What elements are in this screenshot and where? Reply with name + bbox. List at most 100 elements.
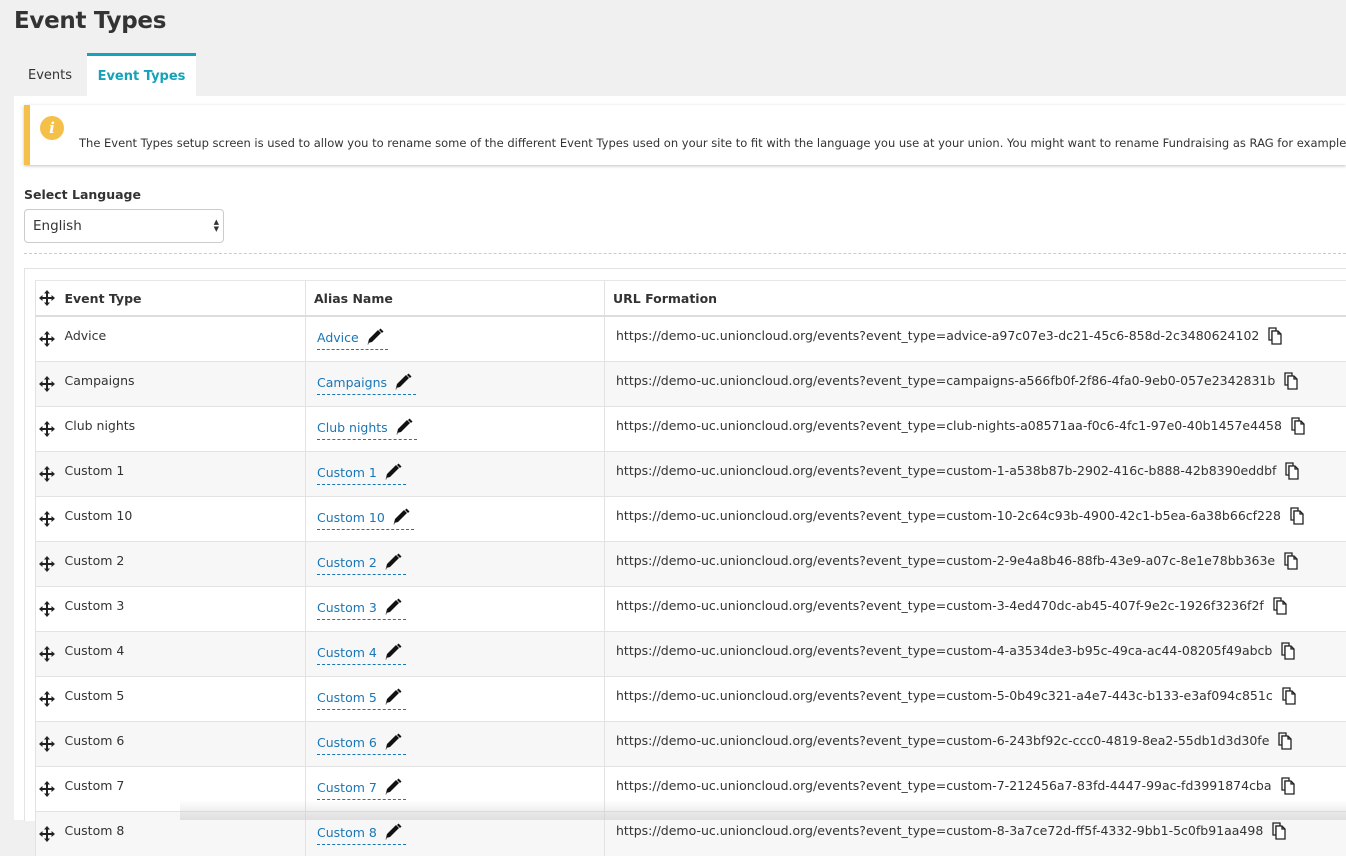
copy-icon[interactable] [1265, 327, 1283, 345]
alias-name-text[interactable]: Custom 4 [317, 645, 377, 660]
alias-name-editable[interactable]: Custom 6 [317, 733, 406, 755]
drag-handle-icon[interactable] [39, 376, 55, 392]
url-cell: https://demo-uc.unioncloud.org/events?ev… [605, 362, 1346, 407]
alias-name-editable[interactable]: Campaigns [317, 373, 416, 395]
copy-icon[interactable] [1282, 462, 1300, 480]
pencil-icon[interactable] [383, 733, 403, 751]
header-event-type[interactable]: Event Type [57, 281, 306, 317]
alias-name-editable[interactable]: Custom 1 [317, 463, 406, 485]
alias-name-text[interactable]: Custom 8 [317, 825, 377, 840]
language-select-value: English [33, 218, 82, 234]
drag-handle-icon[interactable] [39, 421, 55, 437]
url-text: https://demo-uc.unioncloud.org/events?ev… [616, 328, 1259, 343]
pencil-icon[interactable] [394, 418, 414, 436]
alias-name-text[interactable]: Custom 5 [317, 690, 377, 705]
copy-icon[interactable] [1269, 822, 1287, 840]
alias-name-editable[interactable]: Club nights [317, 418, 417, 440]
alias-cell: Custom 3 [306, 587, 605, 632]
url-cell: https://demo-uc.unioncloud.org/events?ev… [605, 316, 1346, 362]
drag-handle-icon[interactable] [39, 691, 55, 707]
copy-icon[interactable] [1278, 777, 1296, 795]
drag-handle-icon[interactable] [39, 781, 55, 797]
event-type-name: Custom 10 [65, 508, 306, 523]
url-text: https://demo-uc.unioncloud.org/events?ev… [616, 643, 1272, 658]
alias-name-text[interactable]: Custom 7 [317, 780, 377, 795]
url-cell: https://demo-uc.unioncloud.org/events?ev… [605, 452, 1346, 497]
drag-handle-icon[interactable] [39, 601, 55, 617]
header-alias-name[interactable]: Alias Name [306, 281, 605, 317]
alias-name-text[interactable]: Custom 10 [317, 510, 385, 525]
tab-events[interactable]: Events [14, 53, 86, 96]
event-type-cell: Club nights [57, 407, 306, 452]
alias-name-text[interactable]: Custom 3 [317, 600, 377, 615]
language-select[interactable]: English ▲▼ [24, 209, 224, 243]
table-row: Custom 10Custom 10https://demo-uc.unionc… [36, 497, 1346, 542]
pencil-icon[interactable] [383, 598, 403, 616]
event-type-cell: Custom 6 [57, 722, 306, 767]
alias-name-text[interactable]: Custom 2 [317, 555, 377, 570]
copy-icon[interactable] [1275, 732, 1293, 750]
event-type-name: Custom 8 [65, 823, 306, 838]
copy-icon[interactable] [1288, 417, 1306, 435]
alias-name-editable[interactable]: Custom 4 [317, 643, 406, 665]
pencil-icon[interactable] [383, 688, 403, 706]
header-drag [36, 281, 57, 317]
pencil-icon[interactable] [391, 508, 411, 526]
alias-name-text[interactable]: Club nights [317, 420, 388, 435]
pencil-icon[interactable] [383, 463, 403, 481]
alias-name-text[interactable]: Custom 1 [317, 465, 377, 480]
url-cell: https://demo-uc.unioncloud.org/events?ev… [605, 407, 1346, 452]
drag-handle-icon[interactable] [39, 331, 55, 347]
url-text: https://demo-uc.unioncloud.org/events?ev… [616, 598, 1264, 613]
tab-event-types[interactable]: Event Types [87, 53, 196, 96]
drag-handle-icon[interactable] [39, 646, 55, 662]
copy-icon[interactable] [1279, 687, 1297, 705]
event-type-name: Custom 7 [65, 778, 306, 793]
event-type-name: Custom 6 [65, 733, 306, 748]
pencil-icon[interactable] [383, 553, 403, 571]
alias-name-editable[interactable]: Advice [317, 328, 388, 350]
table-row: Custom 1Custom 1https://demo-uc.unionclo… [36, 452, 1346, 497]
url-cell: https://demo-uc.unioncloud.org/events?ev… [605, 542, 1346, 587]
event-type-cell: Custom 7 [57, 767, 306, 812]
pencil-icon[interactable] [383, 823, 403, 841]
pencil-icon[interactable] [393, 373, 413, 391]
alias-name-editable[interactable]: Custom 2 [317, 553, 406, 575]
drag-cell [36, 587, 57, 632]
alias-name-text[interactable]: Campaigns [317, 375, 387, 390]
info-icon: i [40, 116, 64, 140]
pencil-icon[interactable] [365, 328, 385, 346]
drag-handle-icon[interactable] [39, 466, 55, 482]
table-row: Club nights Club nights https://demo-uc.un… [36, 407, 1346, 452]
url-cell: https://demo-uc.unioncloud.org/events?ev… [605, 722, 1346, 767]
alias-cell: Custom 2 [306, 542, 605, 587]
copy-icon[interactable] [1281, 552, 1299, 570]
drag-handle-icon[interactable] [39, 736, 55, 752]
alias-cell: Custom 10 [306, 497, 605, 542]
drag-cell [36, 362, 57, 407]
info-alert: i The Event Types setup screen is used t… [24, 105, 1346, 165]
table-row: Custom 8Custom 8https://demo-uc.unionclo… [36, 812, 1346, 856]
table-row: Custom 6 Custom 6 https://demo-uc.unionclo… [36, 722, 1346, 767]
alias-name-editable[interactable]: Custom 3 [317, 598, 406, 620]
url-cell: https://demo-uc.unioncloud.org/events?ev… [605, 587, 1346, 632]
alias-name-editable[interactable]: Custom 8 [317, 823, 406, 845]
alias-name-editable[interactable]: Custom 7 [317, 778, 406, 800]
alias-name-text[interactable]: Custom 6 [317, 735, 377, 750]
header-url-formation[interactable]: URL Formation [605, 281, 1346, 317]
drag-handle-icon[interactable] [39, 556, 55, 572]
drag-handle-icon[interactable] [39, 826, 55, 842]
copy-icon[interactable] [1278, 642, 1296, 660]
alias-name-text[interactable]: Advice [317, 330, 359, 345]
alias-name-editable[interactable]: Custom 10 [317, 508, 414, 530]
copy-icon[interactable] [1281, 372, 1299, 390]
table-row: Custom 5Custom 5https://demo-uc.unionclo… [36, 677, 1346, 722]
drag-handle-icon[interactable] [39, 511, 55, 527]
alias-name-editable[interactable]: Custom 5 [317, 688, 406, 710]
table-row: AdviceAdvicehttps://demo-uc.unioncloud.o… [36, 316, 1346, 362]
url-text: https://demo-uc.unioncloud.org/events?ev… [616, 778, 1272, 793]
pencil-icon[interactable] [383, 643, 403, 661]
copy-icon[interactable] [1287, 507, 1305, 525]
pencil-icon[interactable] [383, 778, 403, 796]
copy-icon[interactable] [1270, 597, 1288, 615]
